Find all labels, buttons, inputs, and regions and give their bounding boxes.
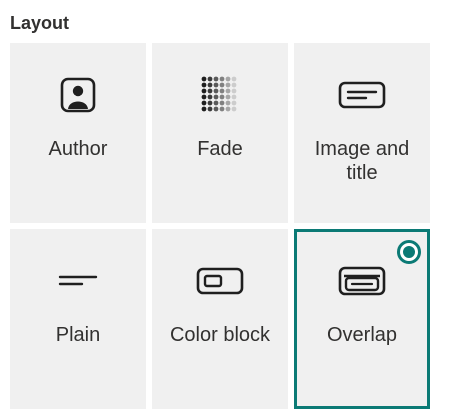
layout-option-label: Image and title (314, 138, 410, 184)
layout-option-label: Fade (197, 138, 243, 160)
layout-option-image-and-title[interactable]: Image and title (294, 43, 430, 223)
radio-dot (403, 246, 415, 258)
selected-radio-indicator (397, 240, 421, 264)
image-and-title-icon (338, 75, 386, 115)
layout-option-label: Color block (169, 324, 271, 346)
layout-options-grid: Author Fade Image and title Plain Color … (0, 0, 459, 420)
layout-option-author[interactable]: Author (10, 43, 146, 223)
layout-option-label: Plain (55, 324, 101, 346)
overlap-icon (338, 261, 386, 301)
color-block-icon (196, 261, 244, 301)
layout-option-overlap[interactable]: Overlap (294, 229, 430, 409)
layout-option-fade[interactable]: Fade (152, 43, 288, 223)
fade-icon (200, 75, 240, 115)
plain-icon (58, 261, 98, 301)
layout-option-label: Overlap (326, 324, 398, 346)
layout-option-plain[interactable]: Plain (10, 229, 146, 409)
author-icon (58, 75, 98, 115)
layout-option-label: Author (48, 138, 108, 160)
layout-option-color-block[interactable]: Color block (152, 229, 288, 409)
